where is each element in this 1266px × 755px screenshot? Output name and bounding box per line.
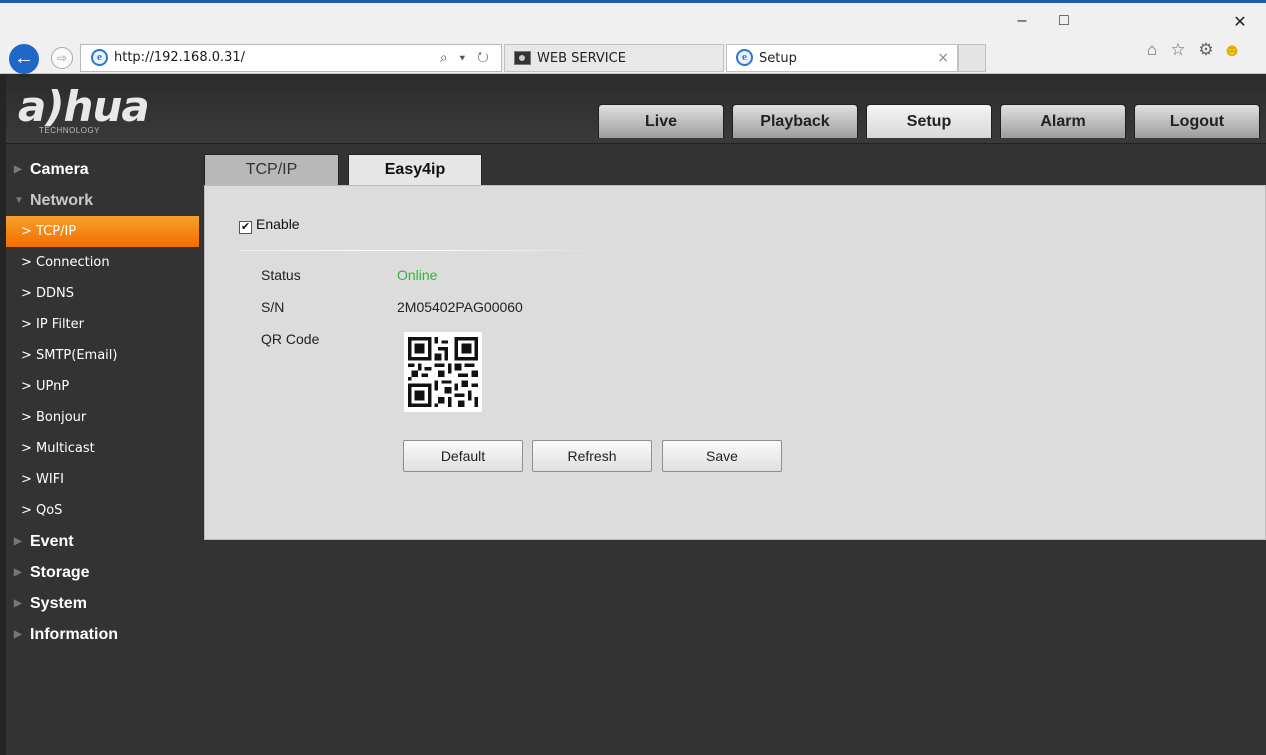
tab-alarm[interactable]: Alarm	[1000, 104, 1126, 138]
divider	[239, 250, 609, 251]
sidebar-section-information[interactable]: ▶ Information	[6, 619, 199, 650]
app-header: a)hua TECHNOLOGY Live Playback Setup Ala…	[6, 74, 1266, 144]
browser-tab-title: WEB SERVICE	[537, 51, 626, 66]
sidebar: ▶ Camera ▼ Network > TCP/IP > Connection…	[6, 154, 199, 650]
smiley-icon[interactable]: ☻	[1222, 40, 1242, 60]
sidebar-item-label: Bonjour	[36, 410, 87, 425]
address-bar[interactable]: e http://192.168.0.31/ ⌕ ▾ ↻	[80, 44, 502, 72]
sidebar-section-storage[interactable]: ▶ Storage	[6, 557, 199, 588]
browser-tab-setup[interactable]: e Setup ×	[726, 44, 958, 72]
expanded-arrow-icon: ▼	[14, 195, 24, 206]
sidebar-item-smtp[interactable]: > SMTP(Email)	[6, 340, 199, 371]
ie-favicon-icon: e	[91, 49, 108, 66]
browser-tab-webservice[interactable]: WEB SERVICE	[504, 44, 724, 72]
camera-favicon-icon	[514, 51, 531, 65]
sidebar-item-connection[interactable]: > Connection	[6, 247, 199, 278]
sidebar-item-qos[interactable]: > QoS	[6, 495, 199, 526]
sidebar-section-label: Network	[30, 192, 94, 209]
enable-label: Enable	[256, 216, 300, 232]
chevron-right-icon: >	[21, 224, 32, 239]
sn-value: 2M05402PAG00060	[397, 299, 523, 315]
new-tab-button[interactable]	[958, 44, 986, 72]
qr-code-label: QR Code	[261, 331, 320, 347]
subtab-easy4ip[interactable]: Easy4ip	[348, 154, 482, 186]
enable-row[interactable]: ✔ Enable	[239, 216, 300, 234]
tab-setup[interactable]: Setup	[866, 104, 992, 138]
tab-playback[interactable]: Playback	[732, 104, 858, 138]
chevron-right-icon: >	[21, 441, 32, 456]
sidebar-item-label: IP Filter	[36, 317, 85, 332]
tab-close-icon[interactable]: ×	[937, 50, 949, 66]
sidebar-item-tcpip[interactable]: > TCP/IP	[6, 216, 199, 247]
sidebar-item-label: Connection	[36, 255, 110, 270]
easy4ip-panel: ✔ Enable Status Online S/N 2M05402PAG0006…	[204, 185, 1266, 540]
sidebar-section-label: System	[30, 595, 87, 612]
sidebar-item-label: TCP/IP	[36, 224, 77, 239]
dahua-logo: a)hua	[18, 82, 150, 131]
chevron-right-icon: >	[21, 286, 32, 301]
logo-subtitle: TECHNOLOGY	[39, 126, 101, 135]
maximize-button[interactable]: □	[1052, 12, 1076, 30]
ie-favicon-icon: e	[736, 49, 753, 66]
sidebar-item-ddns[interactable]: > DDNS	[6, 278, 199, 309]
chevron-right-icon: >	[21, 472, 32, 487]
sidebar-item-label: DDNS	[36, 286, 74, 301]
window-top-accent	[0, 0, 1266, 3]
back-arrow-icon[interactable]: ←	[9, 44, 39, 74]
sidebar-section-label: Information	[30, 626, 118, 643]
sidebar-section-label: Camera	[30, 161, 89, 178]
save-button[interactable]: Save	[662, 440, 782, 472]
home-icon[interactable]: ⌂	[1142, 40, 1162, 60]
sidebar-section-network[interactable]: ▼ Network	[6, 185, 199, 216]
browser-chrome: – □ ✕ ← ⇨ e http://192.168.0.31/ ⌕ ▾ ↻ W…	[0, 0, 1266, 74]
status-value: Online	[397, 267, 438, 283]
sidebar-section-camera[interactable]: ▶ Camera	[6, 154, 199, 185]
dahua-web-app: a)hua TECHNOLOGY Live Playback Setup Ala…	[0, 74, 1266, 755]
sn-label: S/N	[261, 299, 285, 315]
sidebar-item-multicast[interactable]: > Multicast	[6, 433, 199, 464]
tab-logout[interactable]: Logout	[1134, 104, 1260, 138]
sidebar-section-event[interactable]: ▶ Event	[6, 526, 199, 557]
chevron-right-icon: >	[21, 379, 32, 394]
sidebar-item-label: SMTP(Email)	[36, 348, 118, 363]
sidebar-item-label: QoS	[36, 503, 63, 518]
tab-live[interactable]: Live	[598, 104, 724, 138]
sidebar-section-system[interactable]: ▶ System	[6, 588, 199, 619]
sidebar-section-label: Storage	[30, 564, 90, 581]
chevron-right-icon: >	[21, 503, 32, 518]
sidebar-item-label: UPnP	[36, 379, 70, 394]
enable-checkbox[interactable]: ✔	[239, 221, 252, 234]
sidebar-item-bonjour[interactable]: > Bonjour	[6, 402, 199, 433]
collapsed-arrow-icon: ▶	[14, 598, 22, 609]
collapsed-arrow-icon: ▶	[14, 164, 22, 175]
collapsed-arrow-icon: ▶	[14, 567, 22, 578]
sidebar-item-ip-filter[interactable]: > IP Filter	[6, 309, 199, 340]
chevron-right-icon: >	[21, 410, 32, 425]
close-button[interactable]: ✕	[1228, 12, 1252, 32]
browser-tab-title: Setup	[759, 51, 797, 66]
sidebar-item-wifi[interactable]: > WIFI	[6, 464, 199, 495]
status-label: Status	[261, 267, 301, 283]
sidebar-item-label: Multicast	[36, 441, 95, 456]
gear-icon[interactable]: ⚙	[1196, 40, 1216, 60]
minimize-button[interactable]: –	[1010, 12, 1034, 30]
chevron-right-icon: >	[21, 255, 32, 270]
refresh-button[interactable]: Refresh	[532, 440, 652, 472]
collapsed-arrow-icon: ▶	[14, 629, 22, 640]
sidebar-section-label: Event	[30, 533, 74, 550]
chevron-right-icon: >	[21, 348, 32, 363]
star-icon[interactable]: ☆	[1168, 40, 1188, 60]
chevron-right-icon: >	[21, 317, 32, 332]
url-text[interactable]: http://192.168.0.31/	[114, 50, 245, 65]
collapsed-arrow-icon: ▶	[14, 536, 22, 547]
search-refresh-controls[interactable]: ⌕ ▾ ↻	[440, 49, 493, 66]
forward-arrow-icon[interactable]: ⇨	[51, 47, 73, 69]
subtab-tcpip[interactable]: TCP/IP	[204, 154, 339, 186]
sidebar-item-label: WIFI	[36, 472, 64, 487]
default-button[interactable]: Default	[403, 440, 523, 472]
sidebar-item-upnp[interactable]: > UPnP	[6, 371, 199, 402]
qr-code-image	[404, 332, 482, 412]
